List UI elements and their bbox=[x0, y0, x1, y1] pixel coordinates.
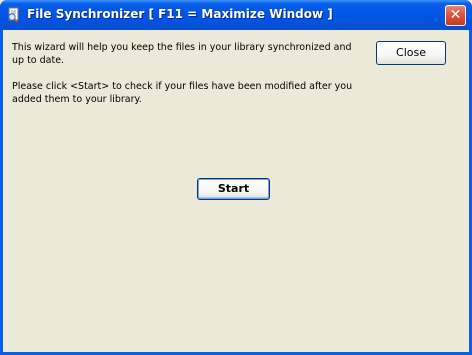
instruction-text: Please click <Start> to check if your fi… bbox=[12, 81, 353, 105]
close-button[interactable]: Close bbox=[376, 41, 446, 65]
start-button[interactable]: Start bbox=[197, 178, 270, 200]
window-title: File Synchronizer [ F11 = Maximize Windo… bbox=[27, 7, 333, 21]
file-synchronizer-window: File Synchronizer [ F11 = Maximize Windo… bbox=[0, 0, 472, 355]
file-sync-app-icon bbox=[8, 7, 19, 23]
close-window-icon[interactable]: ✕ bbox=[445, 5, 466, 26]
title-bar[interactable]: File Synchronizer [ F11 = Maximize Windo… bbox=[0, 0, 472, 30]
wizard-body: This wizard will help you keep the files… bbox=[3, 30, 469, 352]
intro-text: This wizard will help you keep the files… bbox=[12, 42, 352, 66]
